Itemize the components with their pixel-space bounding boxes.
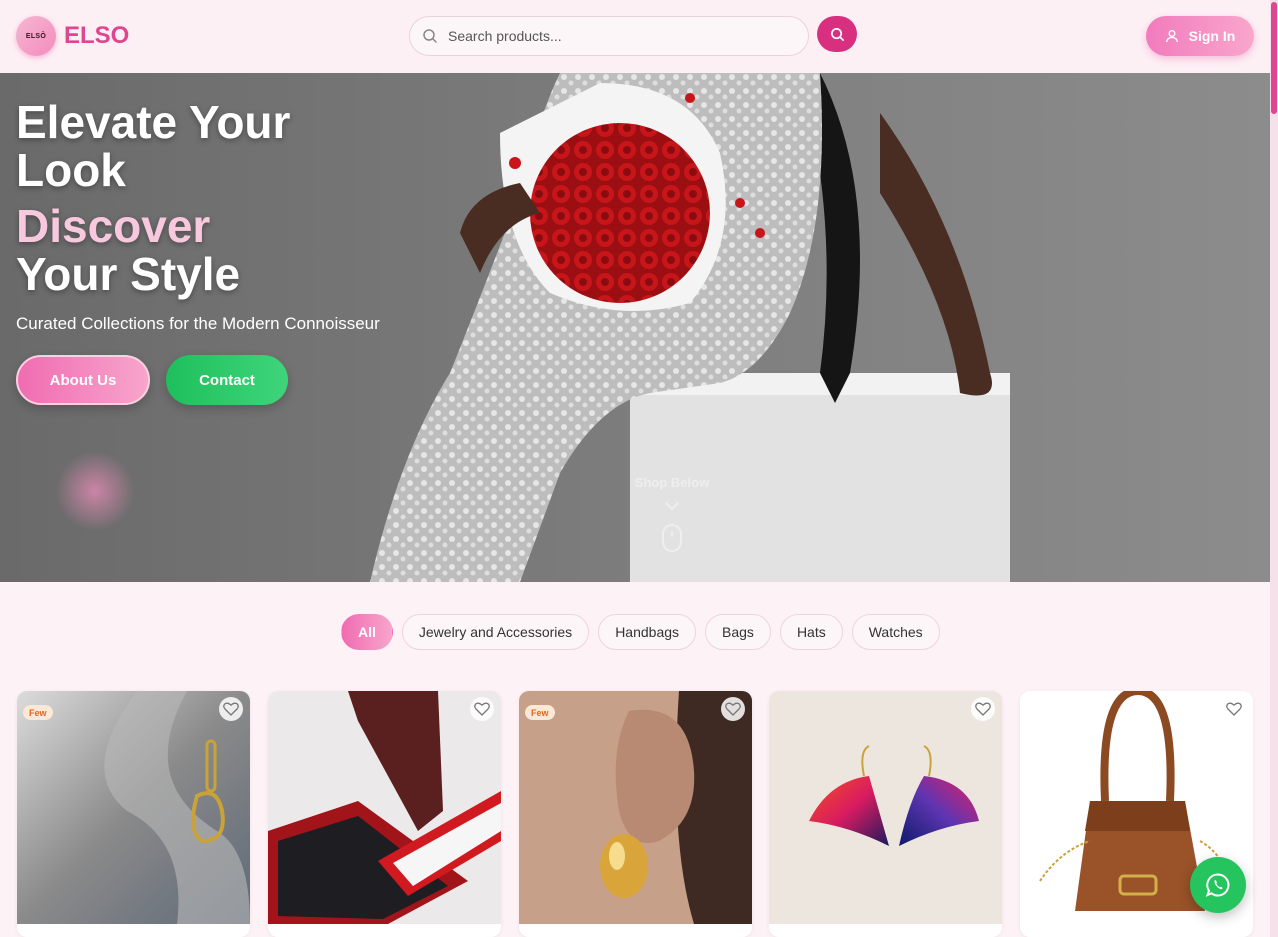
filter-bags[interactable]: Bags [705, 614, 771, 650]
heart-icon [474, 702, 490, 716]
product-image [769, 691, 1002, 924]
about-us-button[interactable]: About Us [16, 355, 150, 405]
hero-subtitle: Curated Collections for the Modern Conno… [16, 314, 380, 333]
shop-below-label[interactable]: Shop Below [622, 475, 722, 490]
site-header: ELSŌ ELSO Sign In [0, 0, 1270, 73]
chevron-down-icon[interactable] [664, 501, 680, 511]
stock-badge: Few [23, 705, 53, 720]
filter-jewelry-accessories[interactable]: Jewelry and Accessories [401, 614, 590, 650]
search-button[interactable] [817, 16, 857, 52]
hero-heading-line-1: Elevate Your [16, 96, 291, 148]
brand-logo[interactable]: ELSŌ ELSO [16, 16, 129, 56]
user-icon [1165, 30, 1178, 43]
wishlist-button[interactable] [219, 697, 243, 721]
whatsapp-icon [1205, 873, 1230, 897]
wishlist-button[interactable] [470, 697, 494, 721]
heart-icon [975, 702, 991, 716]
wishlist-button[interactable] [721, 697, 745, 721]
product-card[interactable] [268, 691, 501, 937]
search-bar [409, 16, 809, 56]
decorative-glow [55, 451, 135, 531]
page-scrollbar-track[interactable] [1270, 0, 1278, 937]
wishlist-button[interactable] [1222, 697, 1246, 721]
search-input[interactable] [448, 28, 768, 44]
search-icon [830, 27, 844, 41]
category-filters: All Jewelry and Accessories Handbags Bag… [341, 614, 940, 650]
search-icon [423, 29, 437, 43]
filter-watches[interactable]: Watches [851, 614, 940, 650]
logo-mark: ELSŌ [16, 16, 56, 56]
hero-banner: Elevate Your Look Discover Your Style Cu… [0, 73, 1270, 582]
product-card[interactable] [769, 691, 1002, 937]
heart-icon [725, 702, 741, 716]
mouse-icon [662, 524, 682, 552]
stock-badge: Few [525, 705, 555, 720]
product-image [17, 691, 250, 924]
whatsapp-button[interactable] [1190, 857, 1246, 913]
page-scrollbar-thumb[interactable] [1271, 2, 1277, 114]
hero-heading-line-4: Your Style [16, 248, 241, 300]
contact-button[interactable]: Contact [166, 355, 288, 405]
product-card[interactable]: Few [519, 691, 752, 937]
product-card[interactable]: Few [17, 691, 250, 937]
wishlist-button[interactable] [971, 697, 995, 721]
heart-icon [1226, 702, 1242, 716]
filter-hats[interactable]: Hats [779, 614, 843, 650]
sign-in-button[interactable]: Sign In [1146, 16, 1254, 56]
logo-text: ELSO [64, 22, 130, 49]
logo-mark-text: ELSŌ [25, 32, 47, 40]
filter-all[interactable]: All [341, 614, 393, 650]
heart-icon [223, 702, 239, 716]
hero-heading-line-2: Look [16, 144, 126, 196]
sign-in-label: Sign In [1188, 28, 1236, 44]
hero-heading-line-3: Discover [16, 200, 211, 252]
product-image [268, 691, 501, 924]
filter-handbags[interactable]: Handbags [598, 614, 697, 650]
product-image [519, 691, 752, 924]
